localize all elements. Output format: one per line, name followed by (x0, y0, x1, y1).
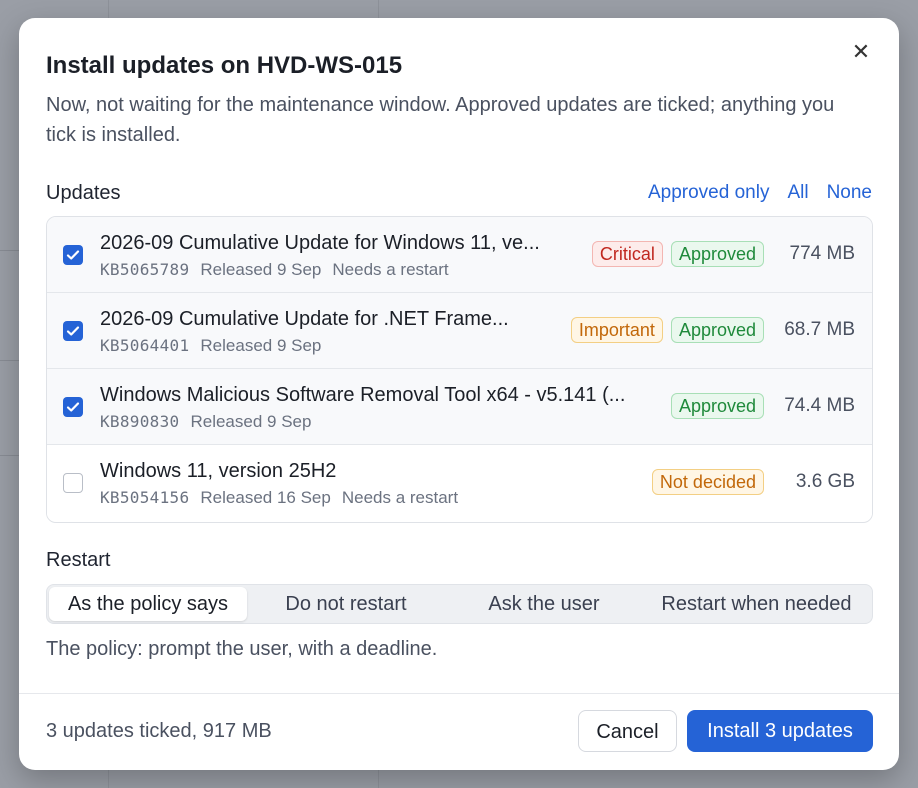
critical-badge: Critical (591, 241, 663, 267)
update-row[interactable]: Windows 11, version 25H2 KB5054156 Release… (47, 445, 872, 521)
update-badges: Important Approved (570, 317, 764, 343)
background-divider (0, 360, 20, 361)
important-badge: Important (570, 317, 663, 343)
install-updates-button[interactable]: Install 3 updates (687, 710, 873, 752)
update-name: 2026-09 Cumulative Update for .NET Frame… (100, 308, 509, 330)
update-filters: Approved only All None (648, 182, 872, 204)
dialog-footer: 3 updates ticked, 917 MB Cancel Install … (19, 693, 899, 770)
background-divider (0, 250, 20, 251)
cancel-button[interactable]: Cancel (578, 710, 677, 752)
approved-badge: Approved (670, 393, 764, 419)
update-size: 74.4 MB (784, 395, 855, 416)
checkmark-icon (66, 326, 80, 336)
update-meta: KB5065789 Released 9 Sep Needs a restart (100, 260, 449, 280)
update-kb: KB890830 (100, 412, 180, 431)
update-name: Windows 11, version 25H2 (100, 460, 337, 482)
update-kb: KB5064401 (100, 336, 190, 355)
update-badges: Not decided (651, 469, 764, 495)
update-size: 3.6 GB (795, 471, 855, 492)
update-name: Windows Malicious Software Removal Tool … (100, 384, 626, 406)
update-kb: KB5054156 (100, 488, 190, 507)
update-release-date: Released 9 Sep (190, 412, 312, 431)
update-restart-note: Needs a restart (341, 488, 459, 507)
restart-option[interactable]: As the policy says (49, 587, 247, 621)
update-badges: Critical Approved (591, 241, 764, 267)
update-checkbox-checked[interactable] (63, 245, 83, 265)
updates-section-label: Updates (46, 182, 121, 204)
update-row[interactable]: 2026-09 Cumulative Update for .NET Frame… (47, 293, 872, 369)
update-name: 2026-09 Cumulative Update for Windows 11… (100, 232, 540, 254)
selection-summary: 3 updates ticked, 917 MB (46, 720, 272, 742)
update-list: 2026-09 Cumulative Update for Windows 11… (46, 216, 873, 523)
restart-option[interactable]: Ask the user (445, 587, 643, 621)
dialog-subtitle: Now, not waiting for the maintenance win… (46, 94, 835, 146)
update-checkbox-checked[interactable] (63, 321, 83, 341)
update-badges: Approved (670, 393, 764, 419)
update-meta: KB890830 Released 9 Sep (100, 412, 311, 432)
update-release-date: Released 9 Sep (200, 336, 322, 355)
filter-none-link[interactable]: None (827, 182, 872, 204)
dialog-title: Install updates on HVD-WS-015 (46, 52, 403, 79)
update-release-date: Released 9 Sep (200, 260, 322, 279)
update-meta: KB5054156 Released 16 Sep Needs a restart (100, 488, 458, 508)
update-size: 68.7 MB (784, 319, 855, 340)
approved-badge: Approved (670, 241, 764, 267)
update-kb: KB5065789 (100, 260, 190, 279)
update-checkbox-checked[interactable] (63, 397, 83, 417)
restart-section-label: Restart (46, 549, 111, 571)
close-icon[interactable]: ✕ (849, 40, 873, 64)
filter-all-link[interactable]: All (787, 182, 808, 204)
checkmark-icon (66, 402, 80, 412)
update-size: 774 MB (789, 243, 855, 264)
restart-option-selector: As the policy says Do not restart Ask the … (46, 584, 873, 624)
update-release-date: Released 16 Sep (200, 488, 331, 507)
filter-approved-only-link[interactable]: Approved only (648, 182, 769, 204)
update-row[interactable]: 2026-09 Cumulative Update for Windows 11… (47, 217, 872, 293)
approved-badge: Approved (670, 317, 764, 343)
restart-option[interactable]: Do not restart (247, 587, 445, 621)
update-restart-note: Needs a restart (332, 260, 449, 279)
checkmark-icon (66, 250, 80, 260)
policy-note: The policy: prompt the user, with a dead… (46, 638, 438, 660)
restart-option[interactable]: Restart when needed (643, 587, 870, 621)
update-row[interactable]: Windows Malicious Software Removal Tool … (47, 369, 872, 445)
update-checkbox-unchecked[interactable] (63, 473, 83, 493)
notdecided-badge: Not decided (651, 469, 764, 495)
background-divider (0, 455, 20, 456)
install-updates-dialog: ✕ Install updates on HVD-WS-015 Now, not… (19, 18, 899, 770)
update-meta: KB5064401 Released 9 Sep (100, 336, 321, 356)
